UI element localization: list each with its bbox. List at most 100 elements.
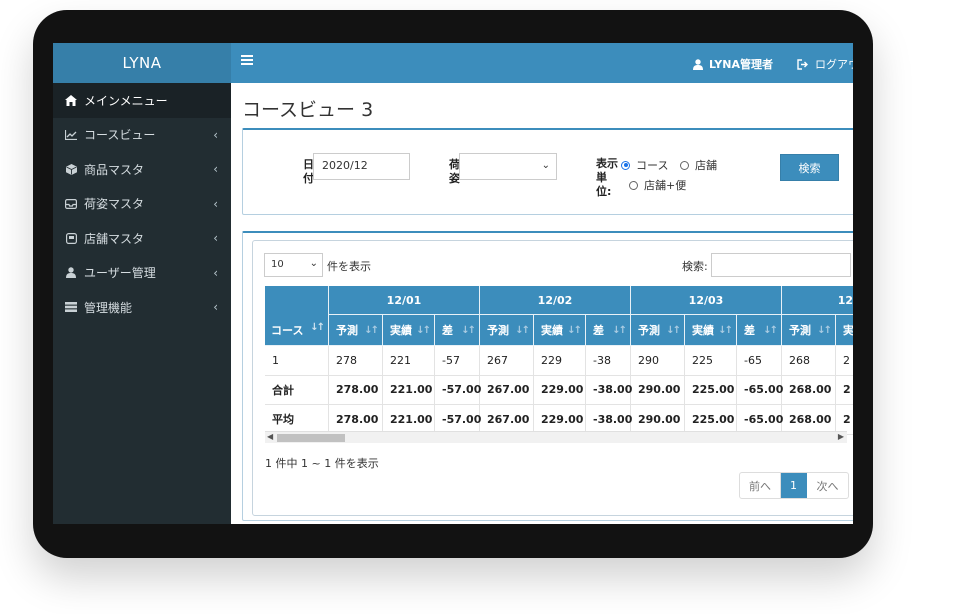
horizontal-scrollbar[interactable]: ◀ ▶ [265,431,847,443]
radio-course[interactable]: コース [621,157,668,173]
store-icon [64,232,78,244]
column-header-sub[interactable]: 差 ↓↑ [586,315,631,346]
radio-button[interactable] [680,160,689,170]
table-cell: 268.00 [782,375,836,405]
column-header-label: 実 [843,324,853,337]
scroll-left-icon[interactable]: ◀ [267,432,273,441]
sidebar-item-product-master[interactable]: 商品マスタ ‹ [53,152,231,187]
sort-icon: ↓↑ [718,324,733,336]
table-cell: 2 [836,376,853,405]
sidebar-item-label: ユーザー管理 [84,266,156,281]
chevron-left-icon: ‹ [213,127,218,142]
sidebar-item-label: コースビュー [84,128,156,143]
table-cell: -38 [586,346,631,376]
radio-store-flight[interactable]: 店舗+便 [629,177,686,193]
user-icon [64,267,78,279]
sidebar-item-admin-functions[interactable]: 管理機能 ‹ [53,290,231,325]
table-cell: 225 [685,346,737,376]
pagination: 前へ 1 次へ [739,472,849,499]
radio-button[interactable] [629,180,638,190]
date-group-header: 12/03 [631,286,782,315]
sort-icon: ↓↑ [461,324,476,336]
sidebar: LYNA メインメニュー コースビュー ‹ 商品マスタ ‹ 荷姿マスタ ‹ 店舗… [53,43,231,524]
sort-icon: ↓↑ [666,324,681,336]
table-cell: 267.00 [480,375,534,405]
sidebar-item-course-view[interactable]: コースビュー ‹ [53,118,231,153]
table-cell: 278 [329,346,383,376]
column-header-label: 差 [744,324,755,337]
scrollbar-thumb[interactable] [277,434,345,442]
date-input[interactable]: 2020/12 [313,153,410,180]
line-chart-icon [64,129,78,140]
sort-icon: ↓↑ [763,324,778,336]
sidebar-item-label: 商品マスタ [84,162,145,177]
main-content: コースビュー 3 日 付 2020/12 荷 姿 ⌄ 表示 単 位: コース 店… [231,83,853,524]
table-info: 1 件中 1 ~ 1 件を表示 [265,457,379,470]
column-header-sub[interactable]: 予測 ↓↑ [782,315,836,346]
table-search-label: 検索: [682,260,708,273]
filter-panel: 日 付 2020/12 荷 姿 ⌄ 表示 単 位: コース 店舗 店舗+便 検索 [242,128,853,215]
scroll-right-icon[interactable]: ▶ [838,432,844,441]
column-header-course[interactable]: コース ↓↑ [265,286,329,346]
page-length-select[interactable]: 10 ⌄ [264,253,323,277]
server-icon [64,302,78,313]
column-header-sub[interactable]: 予測 ↓↑ [480,315,534,346]
column-header-sub[interactable]: 予測 ↓↑ [631,315,685,346]
radio-button-checked[interactable] [621,160,630,170]
table-cell: 221 [383,346,435,376]
chevron-down-icon: ⌄ [541,160,550,171]
column-header-label: 実績 [541,324,563,337]
search-button[interactable]: 検索 [780,154,839,181]
column-header-sub[interactable]: 実績 ↓↑ [685,315,737,346]
chevron-down-icon: ⌄ [309,258,318,269]
sidebar-item-store-master[interactable]: 店舗マスタ ‹ [53,221,231,256]
cube-icon [64,163,78,175]
column-header-sub[interactable]: 実 [836,315,853,346]
sidebar-item-main-menu[interactable]: メインメニュー [53,83,231,118]
sign-out-icon [797,58,808,70]
sort-icon: ↓↑ [416,324,431,336]
datatable-wrapper: 10 ⌄ 件を表示 検索: コース ↓↑ 12/01 12/02 12/03 12 予測 ↓↑… [252,240,853,516]
column-header-sub[interactable]: 実績 ↓↑ [534,315,586,346]
table-cell: 225.00 [685,375,737,405]
sort-icon: ↓↑ [310,322,325,333]
app-screen: LYNA メインメニュー コースビュー ‹ 商品マスタ ‹ 荷姿マスタ ‹ 店舗… [53,43,853,524]
table-cell: -57 [435,346,480,376]
table-cell: 229 [534,346,586,376]
sort-icon: ↓↑ [567,324,582,336]
radio-label: コース [636,159,669,172]
sidebar-item-user-management[interactable]: ユーザー管理 ‹ [53,256,231,291]
prev-page-button[interactable]: 前へ [740,473,781,498]
column-header-sub[interactable]: 実績 ↓↑ [383,315,435,346]
table-cell: 2 [836,346,853,376]
logout-link[interactable]: ログアウ [797,56,853,72]
table-search-input[interactable] [711,253,851,277]
column-header-label: 予測 [789,324,811,337]
table-cell: 290.00 [631,375,685,405]
column-header-sub[interactable]: 予測 ↓↑ [329,315,383,346]
column-header-label: 予測 [638,324,660,337]
sidebar-item-label: 店舗マスタ [84,231,145,246]
sort-icon: ↓↑ [612,324,627,336]
package-select[interactable]: ⌄ [459,153,557,180]
sort-icon: ↓↑ [817,324,832,336]
column-header-label: 実績 [692,324,714,337]
sidebar-item-package-master[interactable]: 荷姿マスタ ‹ [53,187,231,222]
column-header-sub[interactable]: 差 ↓↑ [737,315,782,346]
radio-store[interactable]: 店舗 [680,157,717,173]
column-header-label: 差 [593,324,604,337]
table-cell: -65.00 [737,375,783,405]
page-length-value: 10 [271,259,284,270]
brand-logo[interactable]: LYNA [53,43,231,83]
next-page-button[interactable]: 次へ [807,473,848,498]
page-1-button[interactable]: 1 [781,473,807,498]
column-header-sub[interactable]: 差 ↓↑ [435,315,480,346]
column-header-label: コース [271,323,304,337]
page-length-suffix: 件を表示 [327,260,371,273]
sidebar-item-label: メインメニュー [84,93,168,108]
user-menu[interactable]: LYNA管理者 [693,56,773,72]
hamburger-menu-icon[interactable] [241,55,253,69]
sidebar-item-label: 管理機能 [84,300,133,315]
table-cell: -65 [737,346,782,376]
table-row-label: 合計 [265,375,329,405]
